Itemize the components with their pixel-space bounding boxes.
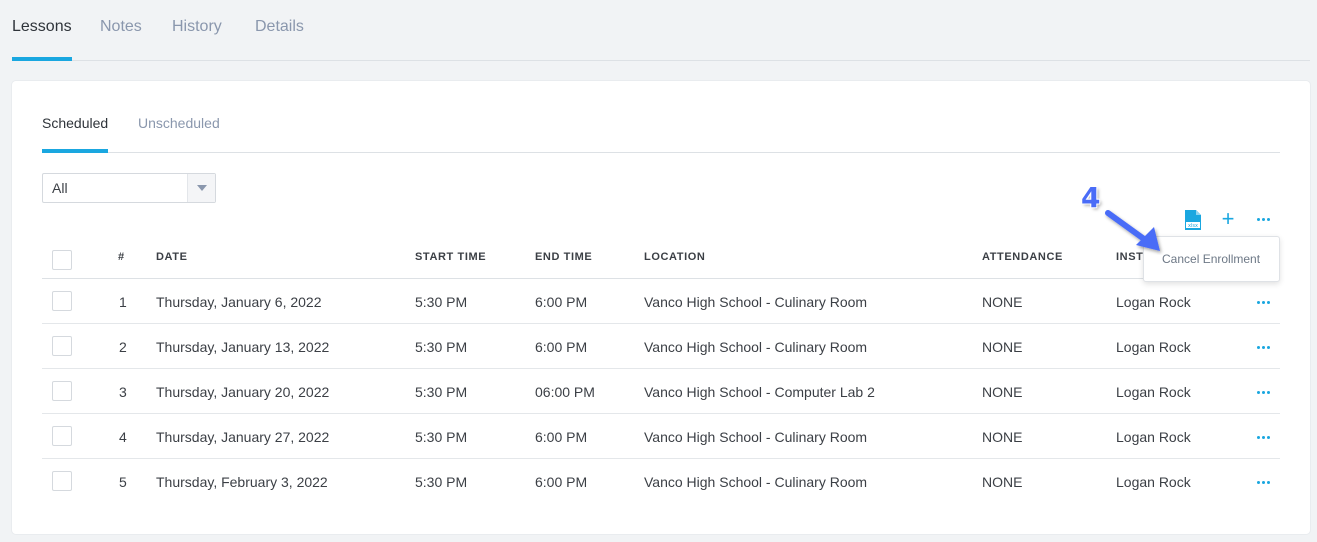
lessons-table: # DATE START TIME END TIME LOCATION ATTE… (42, 237, 1280, 504)
table-row: 1 Thursday, January 6, 2022 5:30 PM 6:00… (42, 279, 1280, 324)
lessons-card: Scheduled Unscheduled All xlsx + # DATE … (12, 81, 1310, 534)
filter-selected-value: All (52, 180, 68, 196)
table-row: 2 Thursday, January 13, 2022 5:30 PM 6:0… (42, 324, 1280, 369)
top-tab-bar: Lessons Notes History Details (12, 0, 1310, 61)
tab-history[interactable]: History (172, 18, 222, 60)
row-instructor: Logan Rock (1116, 339, 1191, 355)
row-instructor: Logan Rock (1116, 294, 1191, 310)
row-more-icon[interactable] (1252, 427, 1274, 447)
row-start-time: 5:30 PM (415, 474, 468, 490)
row-end-time: 06:00 PM (535, 384, 595, 400)
col-attendance: ATTENDANCE (982, 251, 1063, 263)
col-location: LOCATION (644, 251, 706, 263)
table-header: # DATE START TIME END TIME LOCATION ATTE… (42, 237, 1280, 279)
row-end-time: 6:00 PM (535, 339, 588, 355)
lesson-filter-select[interactable]: All (42, 173, 216, 203)
more-options-icon[interactable] (1252, 209, 1274, 229)
row-start-time: 5:30 PM (415, 339, 468, 355)
row-end-time: 6:00 PM (535, 429, 588, 445)
sub-tab-bar: Scheduled Unscheduled (42, 81, 1280, 153)
row-location: Vanco High School - Culinary Room (644, 429, 868, 445)
add-lesson-icon[interactable]: + (1218, 208, 1238, 230)
row-checkbox[interactable] (52, 291, 72, 311)
row-attendance: NONE (982, 339, 1023, 355)
row-end-time: 6:00 PM (535, 294, 588, 310)
row-checkbox[interactable] (52, 381, 72, 401)
tab-details[interactable]: Details (255, 18, 304, 60)
row-instructor: Logan Rock (1116, 429, 1191, 445)
select-all-checkbox[interactable] (52, 250, 72, 270)
row-start-time: 5:30 PM (415, 294, 468, 310)
tab-notes[interactable]: Notes (100, 18, 142, 60)
row-location: Vanco High School - Computer Lab 2 (644, 384, 875, 400)
row-attendance: NONE (982, 294, 1023, 310)
annotation-step-number: 4 (1081, 181, 1101, 214)
annotation-arrow-icon (1105, 210, 1160, 251)
row-checkbox[interactable] (52, 336, 72, 356)
col-date: DATE (156, 251, 188, 263)
row-more-icon[interactable] (1252, 292, 1274, 312)
row-date: Thursday, January 13, 2022 (156, 339, 330, 355)
table-row: 3 Thursday, January 20, 2022 5:30 PM 06:… (42, 369, 1280, 414)
row-more-icon[interactable] (1252, 472, 1274, 492)
row-number: 2 (119, 339, 127, 355)
row-location: Vanco High School - Culinary Room (644, 339, 868, 355)
table-row: 5 Thursday, February 3, 2022 5:30 PM 6:0… (42, 459, 1280, 504)
row-more-icon[interactable] (1252, 382, 1274, 402)
row-start-time: 5:30 PM (415, 384, 468, 400)
row-instructor: Logan Rock (1116, 474, 1191, 490)
tab-unscheduled[interactable]: Unscheduled (138, 115, 220, 152)
table-row: 4 Thursday, January 27, 2022 5:30 PM 6:0… (42, 414, 1280, 459)
row-checkbox[interactable] (52, 426, 72, 446)
row-date: Thursday, January 27, 2022 (156, 429, 330, 445)
row-instructor: Logan Rock (1116, 384, 1191, 400)
col-number: # (118, 251, 125, 263)
row-number: 4 (119, 429, 127, 445)
row-checkbox[interactable] (52, 471, 72, 491)
cancel-enrollment-menu-item[interactable]: Cancel Enrollment (1162, 252, 1260, 266)
row-attendance: NONE (982, 429, 1023, 445)
tab-lessons[interactable]: Lessons (12, 18, 72, 61)
row-location: Vanco High School - Culinary Room (644, 474, 868, 490)
col-end-time: END TIME (535, 251, 593, 263)
xlsx-export-icon[interactable]: xlsx (1184, 209, 1202, 231)
row-number: 3 (119, 384, 127, 400)
row-number: 1 (119, 294, 127, 310)
tab-scheduled[interactable]: Scheduled (42, 115, 109, 153)
row-date: Thursday, January 20, 2022 (156, 384, 330, 400)
svg-text:xlsx: xlsx (1188, 223, 1198, 229)
row-location: Vanco High School - Culinary Room (644, 294, 868, 310)
row-more-icon[interactable] (1252, 337, 1274, 357)
row-attendance: NONE (982, 474, 1023, 490)
row-number: 5 (119, 474, 127, 490)
chevron-down-icon[interactable] (187, 174, 215, 202)
row-attendance: NONE (982, 384, 1023, 400)
col-start-time: START TIME (415, 251, 487, 263)
row-start-time: 5:30 PM (415, 429, 468, 445)
row-date: Thursday, February 3, 2022 (156, 474, 328, 490)
row-date: Thursday, January 6, 2022 (156, 294, 322, 310)
row-end-time: 6:00 PM (535, 474, 588, 490)
